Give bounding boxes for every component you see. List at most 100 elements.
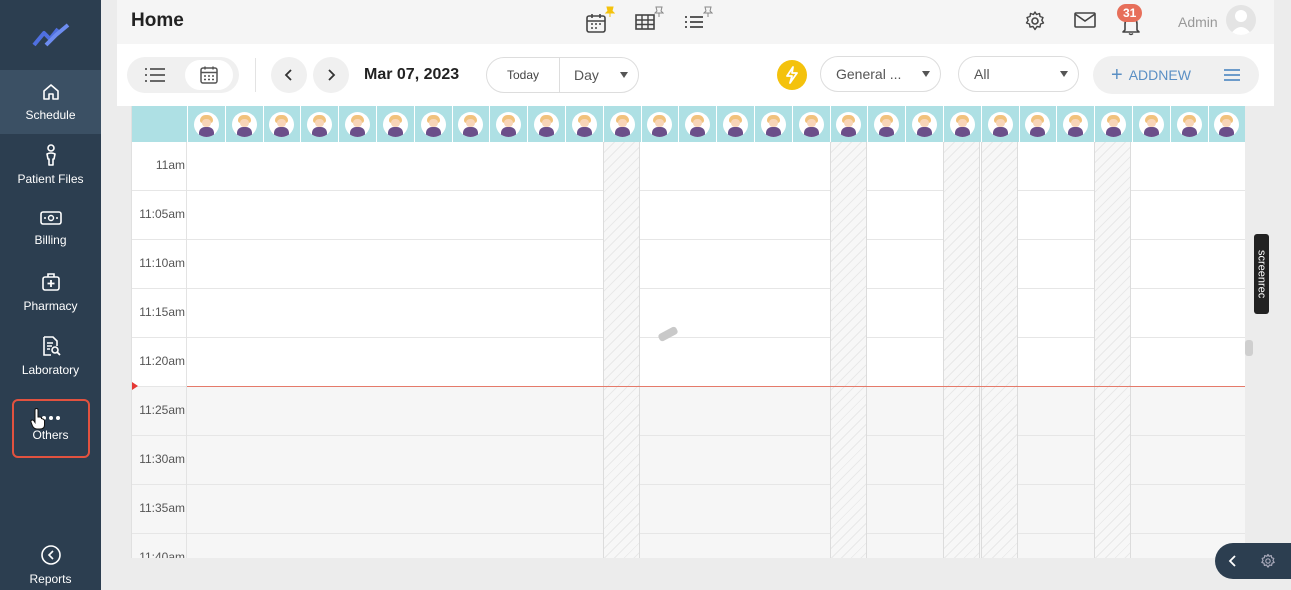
resource-column-header[interactable]	[489, 106, 527, 142]
sidebar-item-label: Reports	[29, 572, 72, 586]
resource-column-header[interactable]	[300, 106, 338, 142]
resource-column-header[interactable]	[980, 106, 1019, 142]
resource-column-header[interactable]	[1169, 106, 1208, 142]
doctor-avatar-icon	[1176, 111, 1202, 137]
doctor-filter-select[interactable]: General ...	[820, 56, 941, 92]
add-new-label: ADDNEW	[1128, 67, 1191, 83]
calendar-mode-button[interactable]	[185, 60, 233, 90]
resource-column-header[interactable]	[1056, 106, 1094, 142]
time-slot-row[interactable]: 11:20am	[132, 338, 1245, 387]
doctor-avatar-icon	[1214, 111, 1240, 137]
resource-column-header[interactable]	[1094, 106, 1132, 142]
resource-column-header[interactable]	[678, 106, 716, 142]
calendar-icon	[586, 14, 606, 33]
view-select[interactable]: Day	[560, 58, 638, 92]
resource-column-header[interactable]	[1132, 106, 1170, 142]
time-slot-row[interactable]: 11:05am	[132, 191, 1245, 240]
time-slot-row[interactable]: 11:25am	[132, 387, 1245, 436]
add-new-button[interactable]: + ADDNEW	[1093, 56, 1259, 94]
time-slot-row[interactable]: 11:15am	[132, 289, 1245, 338]
current-date[interactable]: Mar 07, 2023	[364, 66, 459, 84]
gear-icon	[1261, 553, 1275, 568]
messages-button[interactable]	[1073, 10, 1097, 35]
time-slot-row[interactable]: 11:30am	[132, 436, 1245, 485]
resource-column-header[interactable]	[867, 106, 905, 142]
resource-column-header[interactable]	[565, 106, 603, 142]
resource-column-header[interactable]	[224, 106, 263, 142]
caret-down-icon	[1060, 71, 1068, 77]
highlight-box	[12, 399, 90, 458]
medkit-icon	[41, 273, 60, 291]
resource-column-header[interactable]	[829, 106, 868, 142]
app-logo[interactable]	[0, 0, 101, 70]
sidebar-item-laboratory[interactable]: Laboratory	[0, 324, 101, 388]
status-filter-select[interactable]: All	[958, 56, 1079, 92]
resource-column-header[interactable]	[527, 106, 565, 142]
today-day-group: Today Day	[486, 57, 639, 93]
resource-column-header[interactable]	[413, 106, 452, 142]
quick-action-button[interactable]	[777, 60, 807, 90]
sidebar-item-label: Patient Files	[17, 172, 84, 186]
resource-column-header[interactable]	[338, 106, 376, 142]
avatar[interactable]	[1226, 5, 1256, 35]
unavailable-column	[602, 142, 640, 558]
resource-column-header[interactable]	[791, 106, 830, 142]
list-view-button[interactable]	[683, 6, 713, 37]
time-header-corner	[132, 106, 187, 142]
sidebar-item-schedule[interactable]: Schedule	[0, 70, 101, 134]
resource-column-header[interactable]	[602, 106, 641, 142]
sidebar-item-patient-files[interactable]: Patient Files	[0, 133, 101, 197]
resource-column-header[interactable]	[716, 106, 754, 142]
table-icon	[635, 14, 655, 30]
list-mode-button[interactable]	[131, 60, 179, 90]
sidebar-item-label: Laboratory	[21, 363, 80, 377]
screenrec-tab[interactable]: screenrec	[1254, 234, 1269, 314]
time-slot-row[interactable]: 11am	[132, 142, 1245, 191]
resource-header-row	[132, 106, 1245, 142]
time-label-column	[132, 142, 187, 558]
sidebar-item-pharmacy[interactable]: Pharmacy	[0, 260, 101, 324]
settings-button[interactable]	[1024, 10, 1046, 37]
resource-column-header[interactable]	[943, 106, 981, 142]
doctor-avatar-icon	[609, 111, 635, 137]
sidebar-item-billing[interactable]: Billing	[0, 196, 101, 260]
schedule-toolbar: Mar 07, 2023 Today Day General ... All +…	[117, 44, 1274, 106]
doctor-avatar-icon	[420, 111, 446, 137]
menu-icon[interactable]	[1223, 68, 1241, 82]
sidebar-item-reports[interactable]: Reports	[0, 533, 101, 590]
user-name[interactable]: Admin	[1178, 14, 1218, 30]
doctor-avatar-icon	[1138, 111, 1164, 137]
hand-cursor-icon	[30, 408, 45, 430]
resource-column-header[interactable]	[262, 106, 301, 142]
table-view-button[interactable]	[634, 6, 664, 37]
unavailable-column	[980, 142, 1018, 558]
prev-day-button[interactable]	[271, 57, 307, 93]
time-slot-row[interactable]: 11:10am	[132, 240, 1245, 289]
doctor-avatar-icon	[723, 111, 749, 137]
time-slot-row[interactable]: 11:40am	[132, 534, 1245, 558]
lab-report-icon	[42, 336, 61, 356]
sidebar: Schedule Patient Files Billing Pharmacy …	[0, 0, 101, 590]
doctor-avatar-icon	[836, 111, 862, 137]
calendar-view-button[interactable]	[585, 6, 615, 39]
floating-panel-toggle[interactable]	[1215, 543, 1291, 579]
time-slot-row[interactable]: 11:35am	[132, 485, 1245, 534]
gear-icon	[1025, 11, 1045, 31]
resource-column-header[interactable]	[376, 106, 414, 142]
doctor-avatar-icon	[382, 111, 408, 137]
resource-column-header[interactable]	[1207, 106, 1245, 142]
page-title: Home	[131, 10, 184, 31]
time-slots: 11am 11:05am 11:10am 11:15am 11:20am 11:25am 1…	[132, 142, 1245, 558]
lightning-icon	[786, 66, 798, 84]
vertical-scrollbar[interactable]	[1245, 340, 1253, 356]
resource-column-header[interactable]	[754, 106, 792, 142]
doctor-avatar-icon	[685, 111, 711, 137]
doctor-avatar-icon	[760, 111, 786, 137]
resource-column-header[interactable]	[187, 106, 225, 142]
resource-column-header[interactable]	[640, 106, 679, 142]
today-button[interactable]: Today	[487, 58, 560, 92]
resource-column-header[interactable]	[905, 106, 943, 142]
resource-column-header[interactable]	[451, 106, 490, 142]
next-day-button[interactable]	[313, 57, 349, 93]
resource-column-header[interactable]	[1018, 106, 1057, 142]
